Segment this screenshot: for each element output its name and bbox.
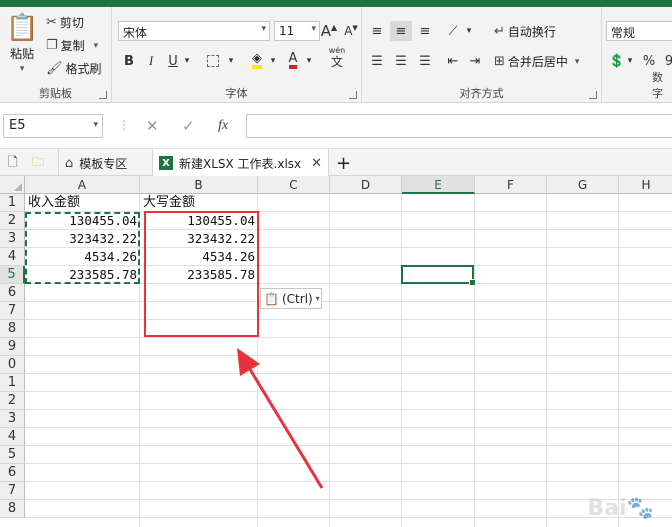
align-center-icon: ☰ — [395, 53, 407, 69]
align-top-icon: ≡ — [371, 23, 383, 39]
document-tabs: 🗋 🗀 ⌂ 模板专区 X 新建XLSX 工作表.xlsx ✕ + — [0, 148, 672, 177]
merge-center-button[interactable]: ⊞ 合并后居中 ▾ — [494, 53, 579, 70]
cut-button[interactable]: ✂ 剪切 — [46, 14, 84, 31]
arrow-shaft — [246, 365, 324, 489]
watermark-logo: Bai🐾 — [587, 496, 654, 521]
insert-function-icon[interactable]: fx — [218, 118, 228, 134]
scissors-icon: ✂ — [46, 15, 57, 30]
tab-template-zone[interactable]: ⌂ 模板专区 — [58, 149, 133, 177]
font-name-combo[interactable]: 宋体 ▾ — [118, 21, 270, 41]
alignment-launcher-icon[interactable] — [589, 91, 597, 99]
font-group-label: 字体 — [225, 87, 248, 100]
merge-icon: ⊞ — [494, 54, 505, 69]
align-bottom-icon: ≡ — [419, 23, 431, 39]
formula-input[interactable] — [246, 114, 672, 138]
orientation-button[interactable]: ⟋ — [442, 21, 464, 41]
font-launcher-icon[interactable] — [349, 91, 357, 99]
folder-icon[interactable]: 🗀 — [26, 149, 50, 177]
copy-icon: ❐ — [46, 38, 58, 53]
number-group-label: 数字 — [652, 71, 663, 100]
spreadsheet-grid[interactable]: ABCDEFGH 123456789012345678 收入金额 大写金额 13… — [0, 176, 672, 527]
font-color-button[interactable]: A — [282, 51, 304, 71]
home-icon: ⌂ — [65, 155, 74, 171]
excel-file-icon: X — [159, 156, 173, 170]
wrap-text-button[interactable]: ↵ 自动换行 — [494, 23, 556, 40]
chevron-down-icon: ▾ — [261, 24, 266, 34]
phonetic-button[interactable]: wén 文 — [326, 45, 348, 69]
number-group: 常规 💲 ▾ % 9 数字 — [602, 7, 672, 103]
new-doc-icon[interactable]: 🗋 — [2, 149, 24, 177]
clipboard-group: 📋 粘贴 ▾ ✂ 剪切 ❐ 复制 ▾ 🖌 格式刷 剪贴板 — [0, 7, 112, 103]
percent-button[interactable]: % — [638, 51, 660, 71]
align-right-button[interactable]: ☰ — [414, 51, 436, 71]
decrease-indent-icon: ⇤ — [447, 53, 459, 69]
wrap-text-icon: ↵ — [494, 24, 505, 39]
copy-dropdown-icon: ▾ — [93, 40, 99, 51]
chevron-down-icon: ▾ — [93, 120, 98, 130]
clipboard-group-label: 剪贴板 — [39, 87, 72, 100]
formula-bar: E5 ▾ ⋮ ✕ ✓ fx — [0, 108, 672, 144]
grow-font-button[interactable]: A▲ — [318, 21, 340, 41]
borders-icon — [207, 55, 219, 67]
bold-button[interactable]: B — [118, 51, 140, 71]
font-color-icon: A — [288, 52, 298, 69]
red-arrow — [237, 348, 324, 489]
italic-button[interactable]: I — [140, 51, 162, 71]
text-orientation-icon: ⟋ — [448, 23, 458, 39]
align-top-button[interactable]: ≡ — [366, 21, 388, 41]
align-right-icon: ☰ — [419, 53, 431, 69]
fill-dropdown-icon[interactable]: ▾ — [266, 51, 280, 71]
format-painter-button[interactable]: 🖌 格式刷 — [46, 60, 102, 77]
currency-icon: 💲 — [608, 53, 626, 69]
plus-icon: + — [336, 152, 352, 174]
alignment-group: ≡ ≡ ≡ ⟋ ▾ ☰ ☰ ☰ ⇤ ⇥ ↵ 自动换行 ⊞ 合并后居中 ▾ 对齐方… — [362, 7, 602, 103]
phonetic-icon: wén — [328, 45, 346, 55]
borders-dropdown-icon[interactable]: ▾ — [224, 51, 238, 71]
align-middle-button[interactable]: ≡ — [390, 21, 412, 41]
ribbon: 📋 粘贴 ▾ ✂ 剪切 ❐ 复制 ▾ 🖌 格式刷 剪贴板 宋体 ▾ 11 ▾ A… — [0, 7, 672, 103]
tab-workbook[interactable]: X 新建XLSX 工作表.xlsx ✕ — [152, 149, 330, 177]
align-middle-icon: ≡ — [395, 23, 407, 39]
paste-dropdown-icon: ▾ — [19, 64, 25, 74]
copy-button[interactable]: ❐ 复制 ▾ — [46, 37, 98, 54]
underline-dropdown-icon[interactable]: ▾ — [180, 51, 194, 71]
decrease-indent-button[interactable]: ⇤ — [442, 51, 464, 71]
grow-font-icon: A▲ — [320, 22, 338, 40]
fill-color-button[interactable]: ◈ — [246, 51, 268, 71]
increase-indent-icon: ⇥ — [469, 53, 481, 69]
align-left-icon: ☰ — [371, 53, 383, 69]
title-bar — [0, 0, 672, 7]
font-size-combo[interactable]: 11 ▾ — [274, 21, 320, 41]
paintbrush-icon: 🖌 — [46, 61, 63, 76]
orientation-dropdown-icon[interactable]: ▾ — [462, 21, 476, 41]
comma-button[interactable]: 9 — [658, 51, 672, 71]
font-color-dropdown-icon[interactable]: ▾ — [302, 51, 316, 71]
align-left-button[interactable]: ☰ — [366, 51, 388, 71]
chevron-down-icon: ▾ — [311, 24, 316, 34]
alignment-group-label: 对齐方式 — [459, 87, 504, 100]
clipboard-icon: 📋 — [6, 13, 39, 43]
shrink-font-button[interactable]: A▼ — [340, 21, 362, 41]
align-center-button[interactable]: ☰ — [390, 51, 412, 71]
add-tab-button[interactable]: + — [330, 149, 357, 177]
cancel-icon[interactable]: ✕ — [146, 117, 159, 135]
merge-dropdown-icon: ▾ — [574, 56, 580, 67]
clipboard-launcher-icon[interactable] — [99, 91, 107, 99]
borders-button[interactable] — [202, 51, 224, 71]
font-group: 宋体 ▾ 11 ▾ A▲ A▼ B I U ▾ ▾ ◈ ▾ A ▾ wén 文 … — [112, 7, 362, 103]
confirm-icon[interactable]: ✓ — [182, 117, 195, 135]
shrink-font-icon: A▼ — [344, 24, 358, 38]
increase-indent-button[interactable]: ⇥ — [464, 51, 486, 71]
paint-bucket-icon: ◈ — [252, 52, 262, 69]
name-box[interactable]: E5 ▾ — [3, 114, 103, 138]
paste-button[interactable]: 📋 粘贴 ▾ — [6, 13, 38, 74]
formula-bar-grip-icon: ⋮ — [118, 118, 130, 132]
align-bottom-button[interactable]: ≡ — [414, 21, 436, 41]
arrow-head-icon — [237, 348, 260, 376]
number-format-combo[interactable]: 常规 — [606, 21, 672, 41]
close-icon[interactable]: ✕ — [311, 156, 322, 171]
currency-dropdown-icon[interactable]: ▾ — [624, 51, 636, 71]
